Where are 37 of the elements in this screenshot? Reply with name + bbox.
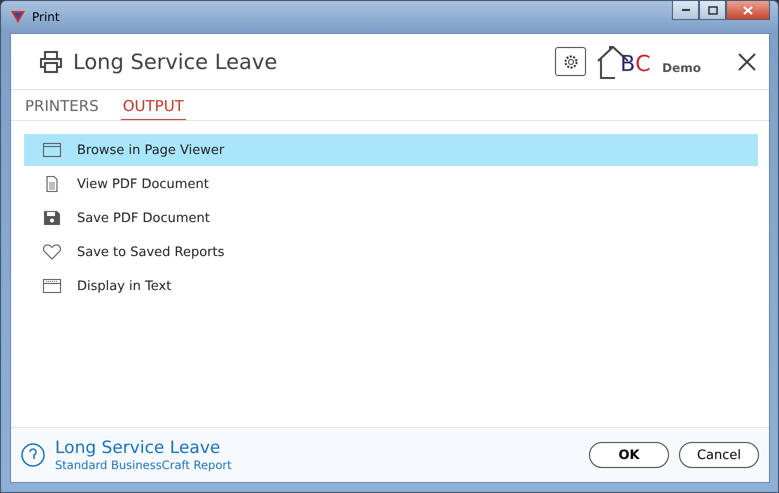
option-label: Browse in Page Viewer bbox=[77, 142, 224, 158]
dialog-button[interactable]: Cancel bbox=[679, 442, 759, 468]
tab[interactable]: OUTPUT bbox=[120, 90, 186, 120]
close-icon[interactable] bbox=[737, 52, 757, 72]
window-title: Print bbox=[32, 10, 60, 24]
output-option[interactable]: Display in Text bbox=[24, 270, 758, 302]
report-subtitle: Standard BusinessCraft Report bbox=[55, 458, 232, 472]
dialog-button[interactable]: OK bbox=[589, 442, 669, 468]
output-option[interactable]: Save PDF Document bbox=[24, 202, 758, 234]
app-logo-icon bbox=[10, 10, 26, 24]
minimize-icon bbox=[680, 8, 690, 12]
window-icon bbox=[43, 143, 61, 157]
heart-icon bbox=[43, 244, 61, 260]
option-label: Display in Text bbox=[77, 278, 172, 294]
logo-letter: B bbox=[620, 54, 636, 76]
option-label: Save to Saved Reports bbox=[77, 244, 224, 260]
save-icon bbox=[43, 210, 61, 226]
logo-letter: C bbox=[635, 54, 651, 76]
help-icon bbox=[21, 443, 45, 467]
settings-button[interactable] bbox=[555, 47, 586, 76]
text-window-icon bbox=[43, 279, 61, 293]
settings-icon bbox=[562, 54, 579, 70]
close-icon bbox=[743, 6, 753, 14]
close-button[interactable] bbox=[726, 1, 770, 20]
logo-caption: Demo bbox=[662, 60, 701, 74]
minimize-button[interactable] bbox=[672, 1, 699, 20]
output-option[interactable]: View PDF Document bbox=[24, 168, 758, 200]
option-label: Save PDF Document bbox=[77, 210, 210, 226]
output-option[interactable]: Save to Saved Reports bbox=[24, 236, 758, 268]
dialog-title: Long Service Leave bbox=[73, 50, 278, 74]
maximize-icon bbox=[708, 6, 718, 14]
printer-icon bbox=[39, 50, 63, 72]
maximize-button[interactable] bbox=[699, 1, 726, 20]
option-label: View PDF Document bbox=[77, 176, 209, 192]
report-title: Long Service Leave bbox=[55, 438, 222, 458]
output-option[interactable]: Browse in Page Viewer bbox=[24, 134, 758, 166]
tab[interactable]: PRINTERS bbox=[23, 90, 101, 120]
